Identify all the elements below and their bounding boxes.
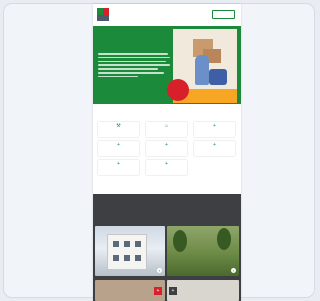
service-tile[interactable]: + xyxy=(194,141,235,156)
plus-icon: + xyxy=(117,142,120,148)
featured-card[interactable]: › xyxy=(95,226,165,276)
service-tile[interactable]: + xyxy=(98,160,139,175)
arrow-right-icon[interactable]: › xyxy=(157,268,162,273)
site-header xyxy=(93,4,241,26)
tool-icon: ⚒ xyxy=(116,123,121,129)
plus-icon: + xyxy=(213,142,216,148)
service-tile[interactable]: ⚒ xyxy=(98,122,139,137)
plus-icon[interactable]: + xyxy=(154,287,162,295)
services-grid: ⚒ ⌂ + + + + + + xyxy=(93,116,241,186)
service-tile[interactable]: ⌂ xyxy=(146,122,187,137)
tree xyxy=(173,230,187,252)
service-tile[interactable]: + xyxy=(98,141,139,156)
plus-icon: + xyxy=(165,161,168,167)
service-tile[interactable]: + xyxy=(194,122,235,137)
logo-dark-bar xyxy=(97,15,109,21)
plus-icon: + xyxy=(213,123,216,129)
house-icon: ⌂ xyxy=(164,123,169,129)
hero-description xyxy=(98,53,170,79)
plus-icon: + xyxy=(165,142,168,148)
person-figure xyxy=(195,55,209,85)
service-tile[interactable]: + xyxy=(146,141,187,156)
featured-card[interactable]: + xyxy=(95,280,165,301)
login-button[interactable] xyxy=(212,10,235,19)
tree xyxy=(217,228,231,250)
arrow-right-icon[interactable]: › xyxy=(231,268,236,273)
logo-red-square xyxy=(103,8,109,15)
page: ⚒ ⌂ + + + + + + › › + + xyxy=(93,4,241,301)
featured-card[interactable]: › xyxy=(167,226,239,276)
service-tile[interactable]: + xyxy=(146,160,187,175)
featured-section: › › + + xyxy=(93,194,241,301)
armchair xyxy=(209,69,227,85)
house-image xyxy=(107,234,147,270)
plus-icon: + xyxy=(117,161,120,167)
hero-banner xyxy=(93,26,241,104)
featured-card[interactable]: + xyxy=(167,280,239,301)
offer-badge[interactable] xyxy=(167,79,189,101)
plus-icon[interactable]: + xyxy=(169,287,177,295)
logo[interactable] xyxy=(97,8,119,21)
